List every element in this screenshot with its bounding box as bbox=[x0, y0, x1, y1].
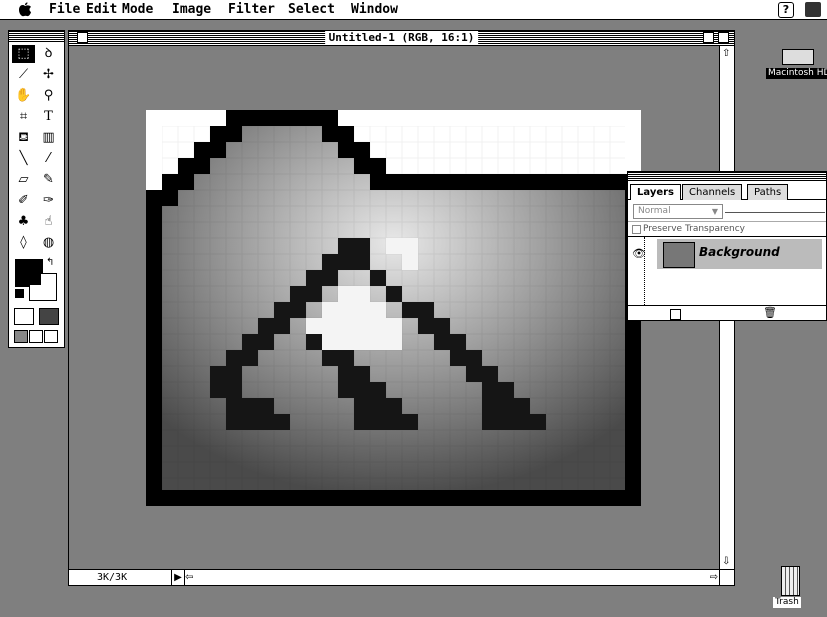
document-title-bar[interactable]: Untitled-1 (RGB, 16:1) bbox=[69, 31, 734, 46]
close-box-icon[interactable] bbox=[77, 32, 88, 43]
full-screen-mode-icon[interactable] bbox=[44, 330, 58, 343]
swap-colors-icon[interactable]: ↰ bbox=[46, 257, 54, 268]
pixel-grid bbox=[162, 126, 625, 490]
new-layer-icon[interactable] bbox=[670, 309, 681, 320]
smudge-tool-icon[interactable]: ☝ bbox=[37, 213, 60, 231]
standard-screen-mode-icon[interactable] bbox=[14, 330, 28, 343]
apple-menu-icon[interactable] bbox=[18, 2, 32, 23]
divider bbox=[628, 221, 826, 222]
full-screen-menu-mode-icon[interactable] bbox=[29, 330, 43, 343]
menu-window[interactable]: Window bbox=[351, 2, 398, 18]
horizontal-scrollbar[interactable]: 3K/3K ▶ ⇦ ⇨ bbox=[69, 569, 720, 585]
layer-name: Background bbox=[699, 245, 780, 259]
menu-mode[interactable]: Mode bbox=[122, 2, 153, 18]
preserve-transparency-checkbox[interactable] bbox=[632, 225, 641, 234]
trash-layer-icon[interactable]: 🗑 bbox=[763, 306, 777, 319]
tab-channels[interactable]: Channels bbox=[682, 184, 743, 200]
hard-drive-icon[interactable] bbox=[782, 49, 814, 65]
menu-image[interactable]: Image bbox=[172, 2, 211, 18]
layer-thumbnail bbox=[663, 242, 695, 268]
move-tool-icon[interactable]: ✢ bbox=[37, 66, 60, 84]
menu-bar: File Edit Mode Image Filter Select Windo… bbox=[0, 0, 827, 20]
type-tool-icon[interactable]: T bbox=[37, 108, 60, 126]
blend-mode-value: Normal bbox=[638, 206, 671, 216]
document-title: Untitled-1 (RGB, 16:1) bbox=[324, 31, 479, 45]
status-menu-arrow-icon[interactable]: ▶ bbox=[171, 570, 185, 585]
paint-bucket-tool-icon[interactable]: ⛾ bbox=[12, 129, 35, 147]
blend-mode-select[interactable]: Normal ▼ bbox=[633, 204, 723, 219]
palette-title-bar[interactable] bbox=[628, 172, 826, 181]
marquee-tool-icon[interactable]: ⬚ bbox=[12, 45, 35, 63]
magic-wand-tool-icon[interactable]: ⟋ bbox=[12, 66, 35, 84]
zoom-tool-icon[interactable]: ⚲ bbox=[37, 87, 60, 105]
gradient-tool-icon[interactable]: ▥ bbox=[37, 129, 60, 147]
standard-mode-icon[interactable] bbox=[14, 308, 34, 325]
chevron-down-icon: ▼ bbox=[711, 207, 718, 216]
default-colors-icon[interactable] bbox=[15, 289, 24, 298]
menu-filter[interactable]: Filter bbox=[228, 2, 275, 18]
hand-tool-icon[interactable]: ✋ bbox=[12, 87, 35, 105]
toolbox-title-bar[interactable] bbox=[9, 31, 64, 42]
scroll-down-icon[interactable]: ⇩ bbox=[722, 556, 730, 568]
toolbox-palette: ⬚ ꝺ ⟋ ✢ ✋ ⚲ ⌗ T ⛾ ▥ ╲ ⁄ ▱ ✎ ✐ ✑ ♣ ☝ ◊ ◍ … bbox=[8, 30, 65, 348]
preserve-transparency-label: Preserve Transparency bbox=[643, 224, 745, 234]
menu-file[interactable]: File bbox=[49, 2, 80, 18]
sponge-tool-icon[interactable]: ◍ bbox=[37, 234, 60, 252]
tab-layers[interactable]: Layers bbox=[630, 184, 681, 200]
trash-icon[interactable] bbox=[781, 566, 800, 596]
scroll-right-icon[interactable]: ⇨ bbox=[710, 570, 718, 585]
link-column-divider bbox=[644, 237, 645, 305]
menu-edit[interactable]: Edit bbox=[86, 2, 117, 18]
blur-tool-icon[interactable]: ◊ bbox=[12, 234, 35, 252]
scroll-up-icon[interactable]: ⇧ bbox=[722, 48, 730, 60]
layer-row-background[interactable]: Background bbox=[657, 239, 822, 269]
line-tool-icon[interactable]: ╲ bbox=[12, 150, 35, 168]
zoom-box-icon[interactable] bbox=[703, 32, 714, 43]
document-size-status: 3K/3K bbox=[97, 572, 128, 583]
foreground-color-fill bbox=[15, 259, 41, 285]
scroll-left-icon[interactable]: ⇦ bbox=[185, 570, 193, 585]
rubber-stamp-tool-icon[interactable]: ♣ bbox=[12, 213, 35, 231]
image-canvas[interactable] bbox=[146, 110, 641, 506]
pencil-tool-icon[interactable]: ✎ bbox=[37, 171, 60, 189]
lasso-tool-icon[interactable]: ꝺ bbox=[37, 45, 60, 63]
opacity-slider[interactable] bbox=[725, 212, 825, 213]
collapse-box-icon[interactable] bbox=[718, 32, 729, 43]
hard-drive-label[interactable]: Macintosh HD bbox=[766, 68, 827, 79]
layers-palette: Layers Channels Paths Normal ▼ Preserve … bbox=[627, 171, 827, 321]
eraser-tool-icon[interactable]: ▱ bbox=[12, 171, 35, 189]
trash-label[interactable]: Trash bbox=[773, 597, 801, 608]
tab-paths[interactable]: Paths bbox=[747, 184, 789, 200]
airbrush-tool-icon[interactable]: ✐ bbox=[12, 192, 35, 210]
crop-tool-icon[interactable]: ⌗ bbox=[12, 108, 35, 126]
size-box-icon[interactable] bbox=[719, 569, 734, 585]
paintbrush-tool-icon[interactable]: ✑ bbox=[37, 192, 60, 210]
quick-mask-mode-icon[interactable] bbox=[39, 308, 59, 325]
menu-select[interactable]: Select bbox=[288, 2, 335, 18]
eyedropper-tool-icon[interactable]: ⁄ bbox=[37, 150, 60, 168]
divider bbox=[628, 236, 826, 237]
divider bbox=[628, 305, 826, 306]
help-icon[interactable]: ? bbox=[778, 2, 794, 18]
application-menu-icon[interactable] bbox=[805, 2, 821, 17]
